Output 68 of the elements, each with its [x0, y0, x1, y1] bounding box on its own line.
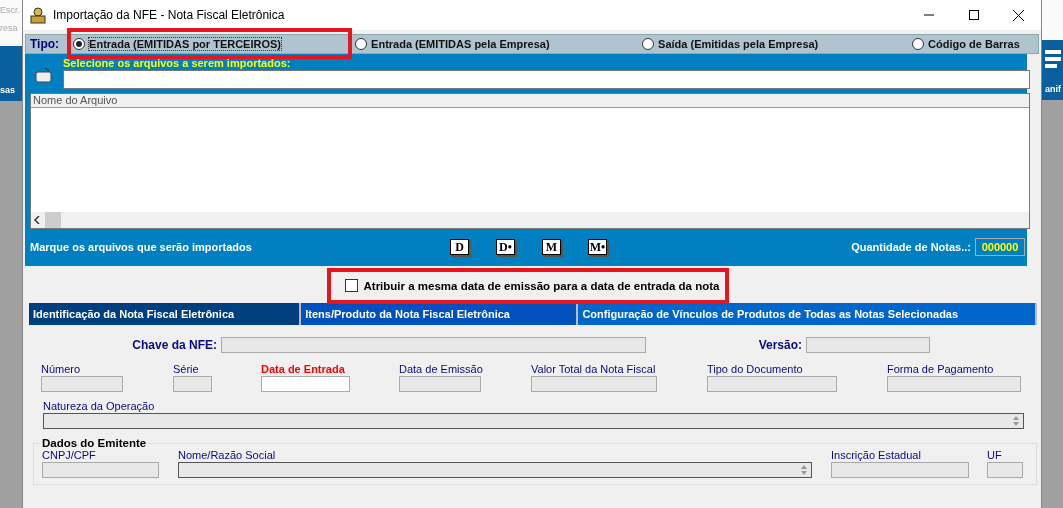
path-field[interactable]: [63, 70, 1030, 89]
radio-label: Entrada (EMITIDAS pela Empresa): [371, 38, 550, 50]
input-field[interactable]: [887, 376, 1021, 392]
app-icon: [29, 6, 47, 24]
field-label: Inscrição Estadual: [831, 449, 922, 461]
radio-button[interactable]: [355, 38, 368, 50]
input-field[interactable]: [43, 413, 1024, 429]
radio-label: Saída (Emitidas pela Empresa): [658, 38, 819, 50]
input-field[interactable]: [531, 376, 657, 392]
mark-button[interactable]: M: [542, 239, 561, 255]
field-label: Data de Entrada: [261, 363, 346, 375]
input-field[interactable]: [831, 462, 969, 478]
tab[interactable]: Itens/Produto da Nota Fiscal Eletrônica: [301, 303, 579, 325]
radio-button[interactable]: [912, 38, 925, 50]
folder-icon: [35, 67, 53, 83]
background-text: resa: [0, 23, 19, 33]
close-icon[interactable]: [1013, 9, 1024, 21]
field-label: Natureza da Operação: [43, 400, 156, 412]
tab[interactable]: Identificação da Nota Fiscal Eletrônica: [29, 303, 302, 325]
input-field[interactable]: [399, 376, 481, 392]
input-field[interactable]: [42, 462, 159, 478]
input-field[interactable]: [707, 376, 837, 392]
radio-button[interactable]: [642, 38, 655, 50]
scroll-thumb[interactable]: [45, 212, 61, 228]
tab[interactable]: Configuração de Vínculos de Produtos de Todas as Notas Selecionadas: [578, 303, 1037, 325]
input-field[interactable]: [261, 376, 350, 392]
background-text: anif: [1045, 84, 1061, 94]
mark-button[interactable]: M•: [588, 239, 607, 255]
checkbox[interactable]: [344, 279, 358, 292]
field-label: CNPJ/CPF: [42, 449, 97, 461]
mark-button[interactable]: D•: [496, 239, 515, 255]
count-value: 000000: [975, 238, 1025, 256]
field-label: Nome/Razão Social: [178, 449, 277, 461]
file-list[interactable]: Nome do Arquivo: [30, 93, 1030, 229]
scroll-bar[interactable]: [31, 212, 1029, 228]
input-field[interactable]: [987, 462, 1023, 478]
input-field[interactable]: [41, 376, 123, 392]
input-field[interactable]: [178, 462, 812, 478]
field-label: Data de Emissão: [399, 363, 484, 375]
maximize-icon[interactable]: [968, 10, 979, 20]
mark-button[interactable]: D: [450, 239, 469, 255]
background-text: sas: [0, 85, 16, 95]
background-text: Escr.: [0, 5, 21, 15]
spinner-icon[interactable]: [800, 464, 808, 476]
hint-text: Marque os arquivos que serão importados: [30, 241, 253, 253]
prompt-text: Selecione os arquivos a serem importados:: [63, 57, 292, 69]
field-label: Versão:: [757, 338, 802, 352]
field-label: Tipo do Documento: [707, 363, 804, 375]
radio-button[interactable]: [73, 38, 86, 50]
field-label: Série: [173, 363, 200, 375]
input-field[interactable]: [806, 337, 930, 353]
input-field[interactable]: [221, 337, 646, 353]
field-label: Forma de Pagamento: [887, 363, 995, 375]
radio-label: Código de Barras: [928, 38, 1020, 50]
field-label: Chave da NFE:: [131, 338, 217, 352]
spinner-icon[interactable]: [1012, 415, 1020, 427]
list-icon: [1045, 48, 1061, 70]
group-title: Dados do Emitente: [41, 437, 148, 449]
input-field[interactable]: [173, 376, 212, 392]
count-label: Quantidade de Notas..:: [851, 241, 971, 253]
column-header: Nome do Arquivo: [31, 94, 1029, 108]
window-title: Importação da NFE - Nota Fiscal Eletrônica: [53, 8, 286, 22]
field-label: UF: [987, 449, 1003, 461]
checkbox-label: Atribuir a mesma data de emissão para a data de entrada da nota: [363, 279, 720, 292]
field-label: Número: [41, 363, 82, 375]
field-label: Valor Total da Nota Fiscal: [531, 363, 657, 375]
radio-label: Entrada (EMITIDAS por TERCEIROS): [89, 38, 281, 50]
type-label: Tipo:: [30, 37, 60, 51]
